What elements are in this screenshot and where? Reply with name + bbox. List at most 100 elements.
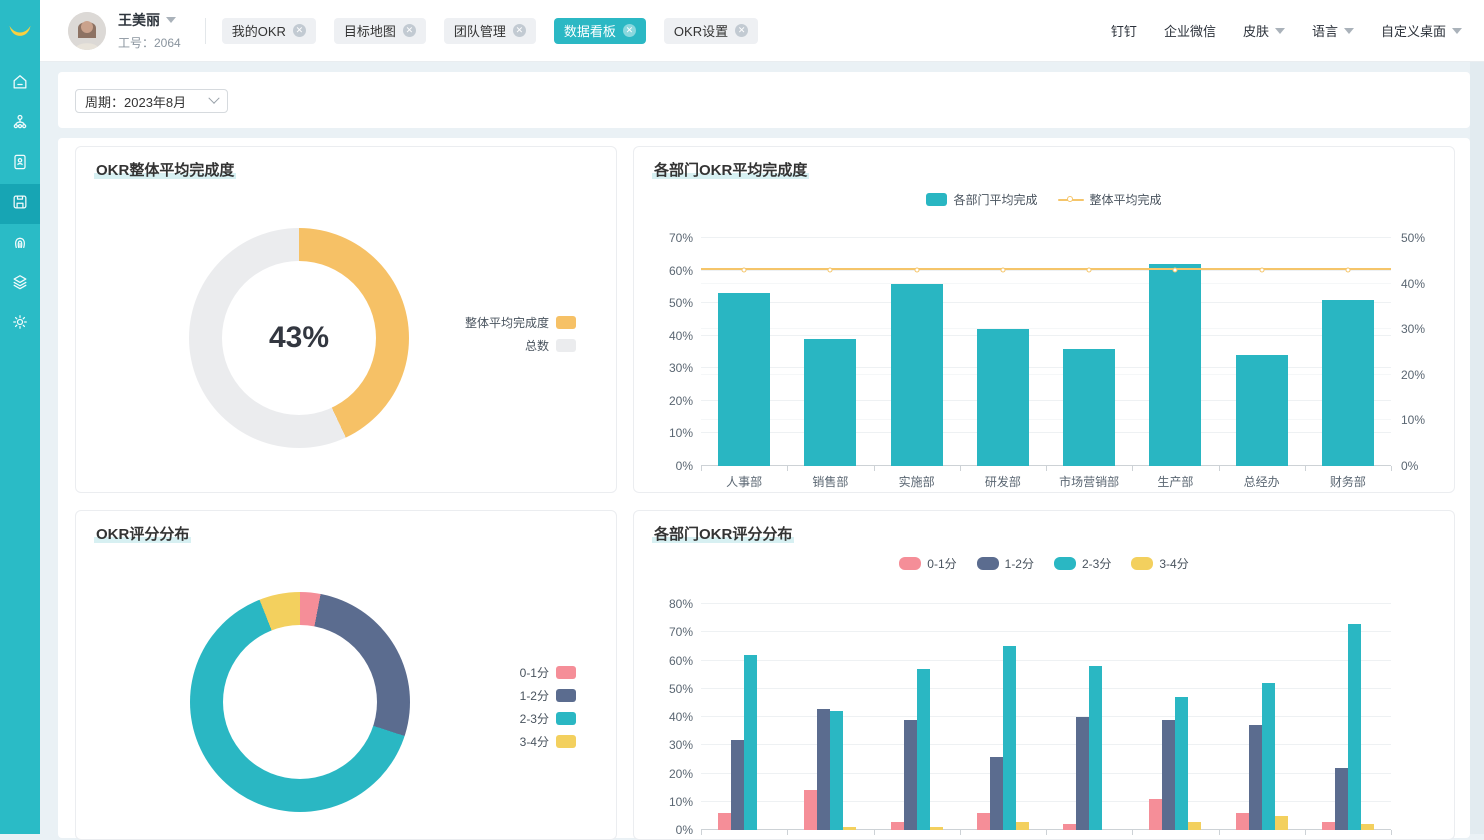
user-block[interactable]: 王美丽 工号：2064 <box>118 10 181 51</box>
sidebar-item-layers[interactable] <box>0 264 40 304</box>
bar-2-3分[interactable] <box>1262 683 1275 830</box>
legend-item[interactable]: 总数 <box>525 337 576 354</box>
close-icon[interactable]: ✕ <box>403 24 416 37</box>
tab-okr-settings[interactable]: OKR设置 ✕ <box>664 18 758 44</box>
bar-研发部[interactable] <box>977 329 1029 466</box>
tab-data-dashboard[interactable]: 数据看板 ✕ <box>554 18 646 44</box>
menu-language[interactable]: 语言 <box>1312 21 1354 40</box>
bar-0-1分[interactable] <box>1236 813 1249 830</box>
overall-completion-donut[interactable]: 43% <box>189 228 409 448</box>
bar-3-4分[interactable] <box>930 827 943 830</box>
bar-3-4分[interactable] <box>1016 822 1029 830</box>
sidebar-item-dashboard[interactable] <box>0 184 40 224</box>
legend-item[interactable]: 1-2分 <box>520 687 576 704</box>
sidebar-item-home[interactable] <box>0 64 40 104</box>
legend-item[interactable]: 各部门平均完成 <box>926 191 1037 208</box>
menu-wecom[interactable]: 企业微信 <box>1164 21 1216 40</box>
bar-人事部[interactable] <box>718 293 770 466</box>
bar-3-4分[interactable] <box>1275 816 1288 830</box>
user-name: 王美丽 <box>118 10 160 30</box>
bar-3-4分[interactable] <box>1188 822 1201 830</box>
sidebar-item-fingerprint[interactable] <box>0 224 40 264</box>
close-icon[interactable]: ✕ <box>293 24 306 37</box>
bar-0-1分[interactable] <box>1322 822 1335 830</box>
line-marker[interactable] <box>742 267 747 272</box>
bar-3-4分[interactable] <box>1361 824 1374 830</box>
tab-my-okr[interactable]: 我的OKR ✕ <box>222 18 316 44</box>
bar-财务部[interactable] <box>1322 300 1374 466</box>
legend-swatch <box>556 316 576 329</box>
bar-1-2分[interactable] <box>1335 768 1348 830</box>
bar-0-1分[interactable] <box>891 822 904 830</box>
menu-skin[interactable]: 皮肤 <box>1243 21 1285 40</box>
bar-1-2分[interactable] <box>904 720 917 830</box>
close-icon[interactable]: ✕ <box>513 24 526 37</box>
bar-1-2分[interactable] <box>1076 717 1089 830</box>
menu-custom-desktop[interactable]: 自定义桌面 <box>1381 21 1462 40</box>
bar-2-3分[interactable] <box>1089 666 1102 830</box>
bar-0-1分[interactable] <box>718 813 731 830</box>
bar-1-2分[interactable] <box>990 757 1003 830</box>
sidebar-nav <box>0 64 40 344</box>
bar-1-2分[interactable] <box>817 709 830 830</box>
bar-2-3分[interactable] <box>917 669 930 830</box>
x-axis-tick <box>1132 466 1133 471</box>
chevron-down-icon[interactable] <box>166 17 176 23</box>
overall-average-line[interactable] <box>701 268 1391 270</box>
legend-item[interactable]: 0-1分 <box>899 555 956 572</box>
line-marker[interactable] <box>1173 267 1178 272</box>
menu-dingtalk[interactable]: 钉钉 <box>1111 21 1137 40</box>
bar-2-3分[interactable] <box>1003 646 1016 830</box>
bar-0-1分[interactable] <box>1063 824 1076 830</box>
legend-label: 2-3分 <box>1082 555 1111 572</box>
bar-2-3分[interactable] <box>1348 624 1361 830</box>
bar-2-3分[interactable] <box>830 711 843 830</box>
tab-team-management[interactable]: 团队管理 ✕ <box>444 18 536 44</box>
legend-item[interactable]: 整体平均完成度 <box>465 314 576 331</box>
legend-item[interactable]: 3-4分 <box>520 733 576 750</box>
legend-item[interactable]: 2-3分 <box>520 710 576 727</box>
tab-goal-map[interactable]: 目标地图 ✕ <box>334 18 426 44</box>
legend-item[interactable]: 3-4分 <box>1131 555 1188 572</box>
header-right-menu: 钉钉 企业微信 皮肤 语言 自定义桌面 <box>1111 21 1462 40</box>
bar-0-1分[interactable] <box>1149 799 1162 830</box>
scrollbar-track[interactable] <box>1470 62 1484 834</box>
close-icon[interactable]: ✕ <box>623 24 636 37</box>
line-marker[interactable] <box>1087 267 1092 272</box>
bar-0-1分[interactable] <box>804 790 817 830</box>
period-select[interactable]: 周期：2023年8月 <box>75 89 228 113</box>
bar-1-2分[interactable] <box>1162 720 1175 830</box>
line-marker[interactable] <box>828 267 833 272</box>
x-axis-tick <box>1219 466 1220 471</box>
legend-label: 1-2分 <box>1005 555 1034 572</box>
score-distribution-donut[interactable] <box>190 592 410 812</box>
close-icon[interactable]: ✕ <box>735 24 748 37</box>
bar-3-4分[interactable] <box>843 827 856 830</box>
line-marker[interactable] <box>1000 267 1005 272</box>
bar-市场营销部[interactable] <box>1063 349 1115 466</box>
sidebar-item-org[interactable] <box>0 104 40 144</box>
legend-item[interactable]: 1-2分 <box>977 555 1034 572</box>
bar-0-1分[interactable] <box>977 813 990 830</box>
legend-item[interactable]: 0-1分 <box>520 664 576 681</box>
legend-item[interactable]: 2-3分 <box>1054 555 1111 572</box>
period-select-value: 周期：2023年8月 <box>85 92 186 111</box>
sidebar-item-profile-doc[interactable] <box>0 144 40 184</box>
legend-item[interactable]: 整体平均完成 <box>1058 191 1162 208</box>
line-marker[interactable] <box>1345 267 1350 272</box>
bar-销售部[interactable] <box>804 339 856 466</box>
line-marker[interactable] <box>1259 267 1264 272</box>
bar-2-3分[interactable] <box>744 655 757 830</box>
user-avatar[interactable] <box>68 12 106 50</box>
x-axis-tick <box>1305 830 1306 835</box>
bar-生产部[interactable] <box>1149 264 1201 466</box>
sidebar-item-settings[interactable] <box>0 304 40 344</box>
bar-总经办[interactable] <box>1236 355 1288 466</box>
bar-2-3分[interactable] <box>1175 697 1188 830</box>
bar-实施部[interactable] <box>891 284 943 466</box>
bar-1-2分[interactable] <box>731 740 744 830</box>
y-axis-label-right: 10% <box>1401 413 1443 427</box>
smile-logo-icon[interactable] <box>0 0 40 62</box>
bar-1-2分[interactable] <box>1249 725 1262 830</box>
line-marker[interactable] <box>914 267 919 272</box>
